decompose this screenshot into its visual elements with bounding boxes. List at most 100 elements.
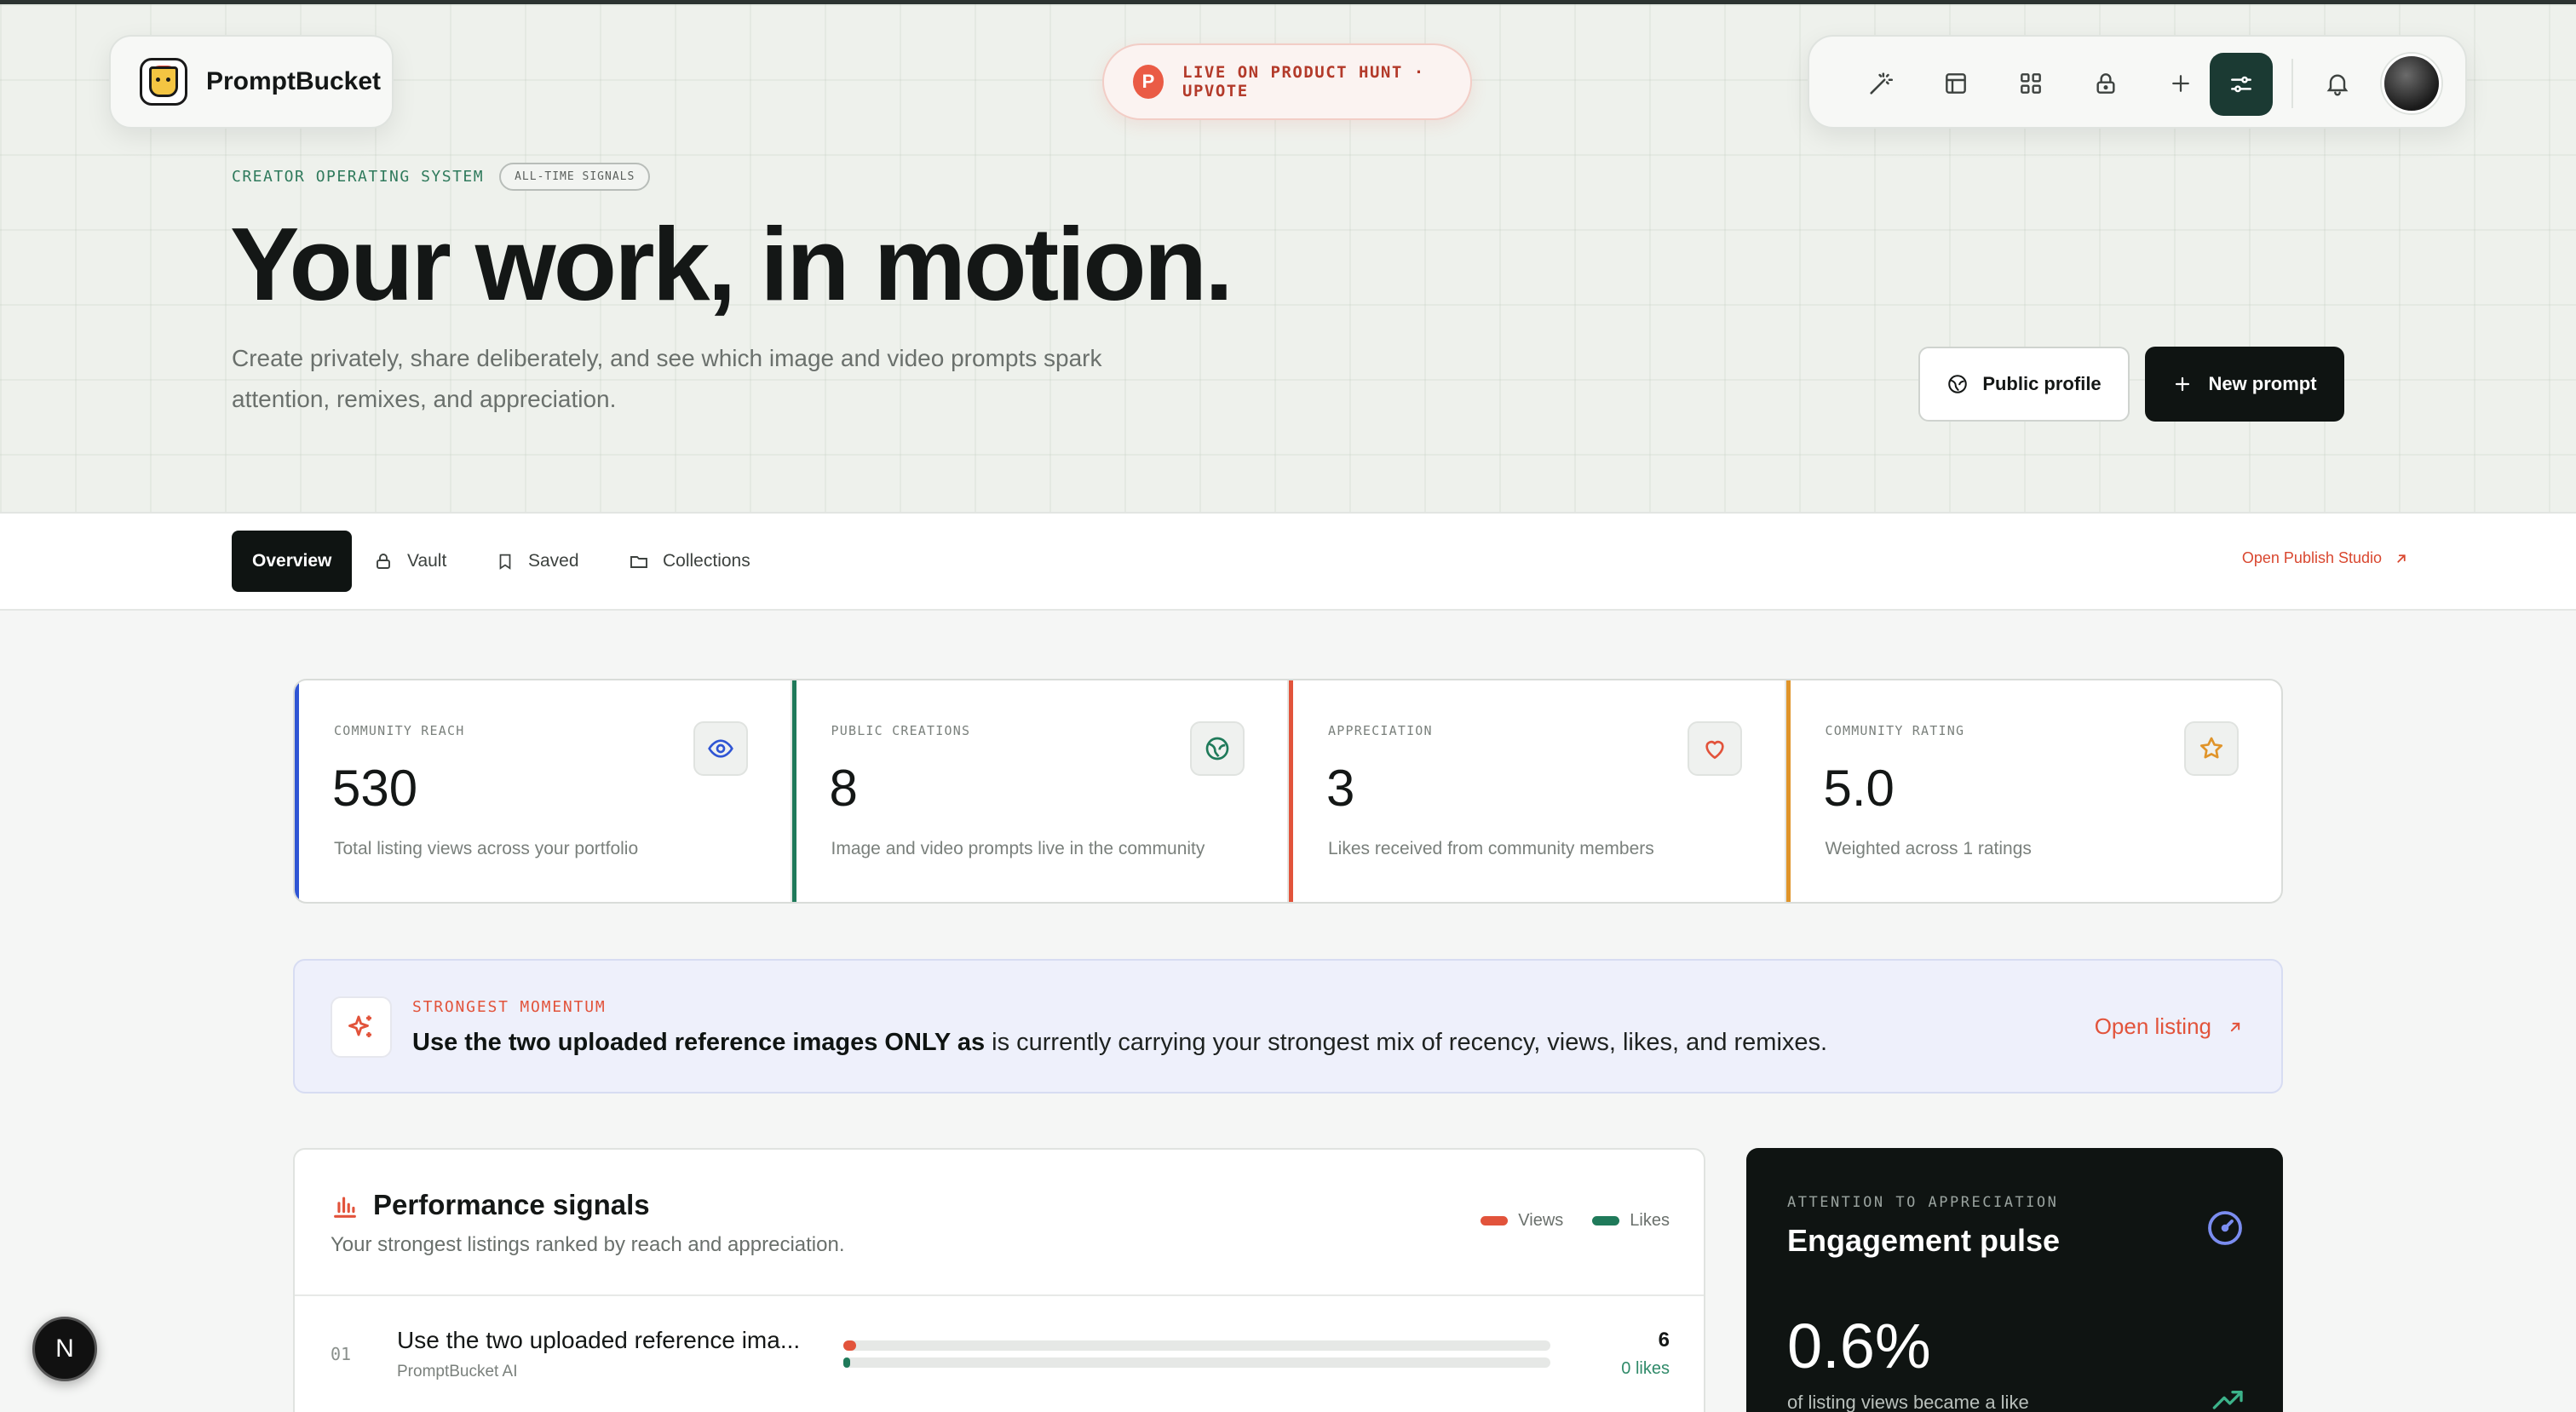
publish-link-label: Open Publish Studio — [2241, 549, 2382, 566]
product-hunt-banner[interactable]: P LIVE ON PRODUCT HUNT · UPVOTE — [1102, 43, 1472, 120]
bucket-logo-icon — [140, 58, 187, 106]
product-hunt-icon: P — [1133, 65, 1164, 99]
stat-community-rating: COMMUNITY RATING 5.0 Weighted across 1 r… — [1785, 680, 2282, 902]
pulse-note: of listing views became a like — [1787, 1392, 2029, 1412]
bell-icon[interactable] — [2317, 63, 2358, 104]
stat-community-reach: COMMUNITY REACH 530 Total listing views … — [295, 680, 792, 902]
divider — [295, 1294, 1704, 1296]
stat-accent — [791, 680, 796, 902]
stat-cards: COMMUNITY REACH 530 Total listing views … — [293, 679, 2283, 904]
all-time-signals-chip: ALL-TIME SIGNALS — [499, 163, 651, 191]
likes-bar — [843, 1357, 851, 1368]
pulse-value: 0.6% — [1787, 1311, 1931, 1381]
product-hunt-text: LIVE ON PRODUCT HUNT · UPVOTE — [1182, 63, 1425, 100]
hero-eyebrow-row: CREATOR OPERATING SYSTEM ALL-TIME SIGNAL… — [232, 163, 651, 191]
stat-description: Image and video prompts live in the comm… — [831, 839, 1205, 858]
stat-value: 5.0 — [1823, 760, 1895, 817]
stat-value: 530 — [332, 760, 418, 817]
row-views: 6 — [1658, 1329, 1670, 1352]
plus-icon[interactable] — [2160, 63, 2201, 104]
stat-appreciation: APPRECIATION 3 Likes received from commu… — [1289, 680, 1786, 902]
tab-overview[interactable]: Overview — [232, 531, 353, 592]
toolbar-divider — [2291, 59, 2293, 108]
legend-likes: Likes — [1592, 1211, 1670, 1231]
hero-subtitle: Create privately, share deliberately, an… — [232, 345, 1102, 412]
open-listing-link[interactable]: Open listing — [2095, 1013, 2244, 1040]
performance-subtitle: Your strongest listings ranked by reach … — [331, 1233, 845, 1256]
new-prompt-label: New prompt — [2208, 373, 2317, 394]
stat-accent — [1785, 680, 1791, 902]
stat-value: 8 — [829, 760, 858, 817]
bookmark-icon — [499, 554, 511, 570]
layout-icon[interactable] — [1935, 63, 1976, 104]
arrow-up-right-icon — [2397, 554, 2406, 563]
lock-icon[interactable] — [2085, 63, 2126, 104]
plus-icon — [2176, 376, 2190, 392]
stat-accent — [295, 680, 299, 902]
stat-value: 3 — [1326, 760, 1355, 817]
strongest-momentum-banner: STRONGEST MOMENTUM Use the two uploaded … — [293, 959, 2283, 1093]
magic-wand-icon[interactable] — [1860, 63, 1901, 104]
likes-bar-track — [843, 1357, 1550, 1368]
user-avatar[interactable] — [2382, 54, 2441, 113]
globe-icon — [1190, 721, 1245, 776]
row-author: PromptBucket AI — [397, 1363, 518, 1380]
tab-collections[interactable]: Collections — [629, 531, 750, 592]
tab-vault-label: Vault — [407, 551, 447, 571]
stat-description: Likes received from community members — [1328, 839, 1654, 858]
tab-overview-label: Overview — [252, 551, 332, 571]
views-bar — [843, 1340, 856, 1351]
tab-vault[interactable]: Vault — [373, 531, 446, 592]
brand-name: PromptBucket — [206, 67, 382, 95]
top-toolbar — [1808, 35, 2467, 129]
open-publish-studio-link[interactable]: Open Publish Studio — [2242, 549, 2409, 567]
page-title: Your work, in motion. — [230, 206, 1233, 322]
bar-chart-icon — [331, 1192, 359, 1225]
sparkle-icon — [331, 996, 392, 1058]
eye-icon — [693, 721, 748, 776]
legend-label: Views — [1518, 1211, 1564, 1230]
trend-up-icon — [2211, 1386, 2245, 1412]
stat-description: Total listing views across your portfoli… — [334, 839, 639, 858]
momentum-eyebrow: STRONGEST MOMENTUM — [412, 998, 607, 1016]
stat-label: COMMUNITY RATING — [1825, 723, 1965, 738]
sliders-icon[interactable] — [2210, 53, 2273, 116]
heart-icon — [1687, 721, 1742, 776]
momentum-description: is currently carrying your strongest mix… — [985, 1029, 1828, 1056]
views-bar-track — [843, 1340, 1550, 1351]
legend-views: Views — [1481, 1211, 1563, 1231]
hero-section: PromptBucket P LIVE ON PRODUCT HUNT · UP… — [0, 4, 2576, 514]
tab-saved[interactable]: Saved — [496, 531, 579, 592]
new-prompt-button[interactable]: New prompt — [2145, 347, 2344, 422]
dev-tools-badge[interactable]: N — [32, 1317, 97, 1381]
row-likes: 0 likes — [1621, 1359, 1670, 1378]
row-title: Use the two uploaded reference ima... — [397, 1327, 801, 1353]
engagement-pulse-card: ATTENTION TO APPRECIATION Engagement pul… — [1746, 1148, 2283, 1412]
stat-description: Weighted across 1 ratings — [1825, 839, 2032, 858]
momentum-text: Use the two uploaded reference images ON… — [412, 1029, 1827, 1057]
brand-logo-button[interactable]: PromptBucket — [109, 35, 394, 129]
row-index: 01 — [331, 1344, 352, 1364]
performance-legend: Views Likes — [1481, 1211, 1670, 1231]
pulse-eyebrow: ATTENTION TO APPRECIATION — [1787, 1194, 2059, 1211]
performance-signals-card: Performance signals Your strongest listi… — [293, 1148, 1705, 1412]
performance-title: Performance signals — [373, 1189, 650, 1220]
stat-label: APPRECIATION — [1328, 723, 1433, 738]
public-profile-label: Public profile — [1982, 373, 2102, 394]
lock-icon — [377, 554, 390, 569]
tab-collections-label: Collections — [663, 551, 750, 571]
arrow-up-right-icon — [2230, 1022, 2240, 1031]
stat-label: COMMUNITY REACH — [334, 723, 465, 738]
grid-icon[interactable] — [2010, 63, 2051, 104]
folder-icon — [630, 556, 647, 568]
public-profile-button[interactable]: Public profile — [1918, 347, 2130, 422]
globe-icon — [1948, 375, 1968, 393]
legend-swatch — [1481, 1216, 1509, 1226]
stat-public-creations: PUBLIC CREATIONS 8 Image and video promp… — [791, 680, 1289, 902]
stat-accent — [1289, 680, 1293, 902]
legend-swatch — [1592, 1216, 1620, 1226]
legend-label: Likes — [1630, 1211, 1670, 1230]
hero-eyebrow: CREATOR OPERATING SYSTEM — [232, 168, 485, 186]
momentum-listing-title: Use the two uploaded reference images ON… — [412, 1029, 986, 1056]
open-listing-label: Open listing — [2094, 1013, 2211, 1039]
